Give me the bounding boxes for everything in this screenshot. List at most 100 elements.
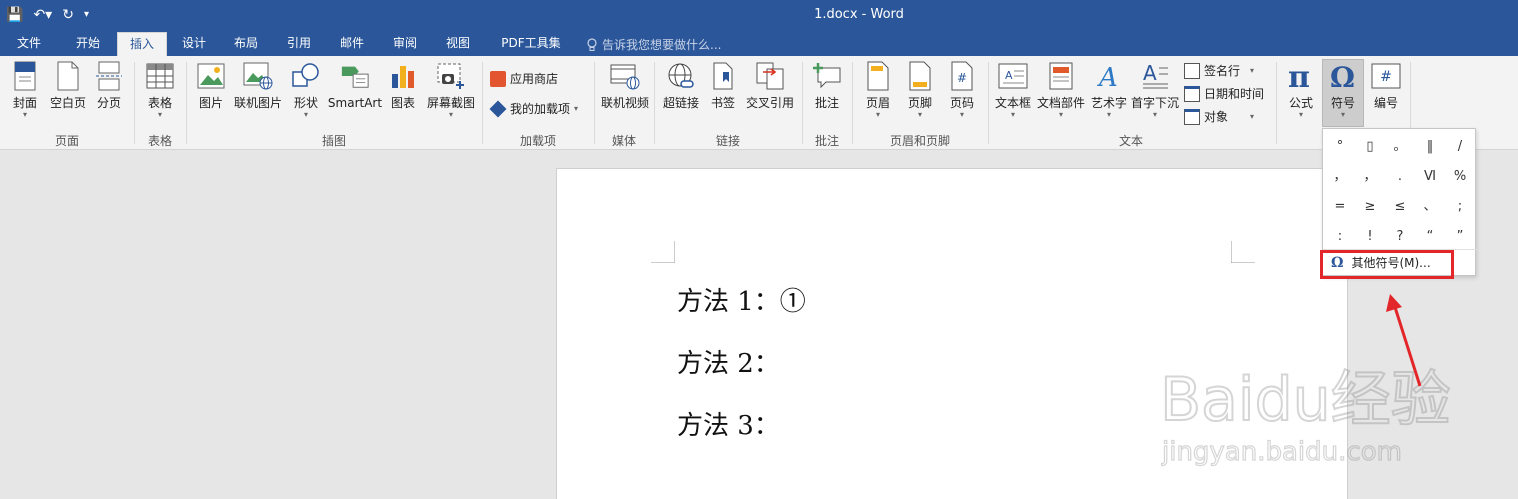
symbol-cell[interactable]: ‖	[1415, 132, 1445, 162]
bookmark-icon	[713, 62, 733, 90]
tab-view[interactable]: 视图	[438, 32, 478, 56]
svg-text:#: #	[1380, 69, 1392, 85]
document-line[interactable]: 方法 1：①	[677, 281, 806, 318]
symbol-cell[interactable]: ≥	[1355, 192, 1385, 222]
document-line[interactable]: 方法 3：	[677, 405, 780, 442]
cover-page-icon	[14, 61, 36, 91]
comment-icon	[813, 63, 841, 89]
online-picture-icon	[243, 62, 273, 90]
ribbon-tabs: 文件 开始 插入 设计 布局 引用 邮件 审阅 视图 PDF工具集 告诉我您想要…	[0, 30, 1518, 56]
group-divider	[1276, 62, 1277, 144]
symbol-grid: ° ▯。 ‖ / ，，. Ⅵ% = ≥ ≤、;:!? “”	[1325, 132, 1475, 252]
chevron-down-icon: ▾	[1152, 110, 1157, 119]
numbering-button[interactable]: # 编号	[1368, 60, 1404, 110]
symbol-cell[interactable]: ”	[1445, 222, 1475, 252]
title-bar: 💾 ↶▾ ↻ ▾ 1.docx - Word	[0, 0, 1518, 30]
wordart-icon: A	[1097, 63, 1118, 90]
omega-icon: Ω	[1330, 61, 1355, 91]
group-label-comments: 批注	[814, 134, 839, 148]
new-comment-button[interactable]: 批注	[810, 60, 844, 110]
symbol-cell[interactable]: °	[1325, 132, 1355, 162]
picture-button[interactable]: 图片	[196, 60, 226, 110]
text-box-button[interactable]: A 文本框 ▾	[994, 60, 1032, 120]
blank-page-icon	[57, 61, 79, 91]
tab-mailings[interactable]: 邮件	[332, 32, 372, 56]
group-label-header-footer: 页眉和页脚	[889, 134, 950, 148]
tab-home[interactable]: 开始	[66, 32, 110, 56]
store-button[interactable]: 应用商店	[490, 70, 558, 87]
symbol-cell[interactable]: Ⅵ	[1415, 162, 1445, 192]
quick-parts-icon	[1049, 62, 1073, 90]
tab-references[interactable]: 引用	[279, 32, 319, 56]
calendar-icon	[1184, 85, 1200, 102]
lightbulb-icon	[587, 37, 597, 51]
chart-button[interactable]: 图表	[388, 60, 418, 110]
chevron-down-icon: ▾	[959, 110, 964, 119]
margin-corner-mark	[1231, 241, 1255, 263]
hyperlink-button[interactable]: 超链接	[662, 60, 700, 110]
online-video-button[interactable]: 联机视频	[600, 60, 650, 110]
tab-layout[interactable]: 布局	[226, 32, 266, 56]
symbol-cell[interactable]: %	[1445, 162, 1475, 192]
header-button[interactable]: 页眉 ▾	[862, 60, 894, 120]
tab-design[interactable]: 设计	[174, 32, 214, 56]
svg-text:π: π	[1288, 61, 1310, 91]
symbol-button[interactable]: Ω 符号 ▾	[1322, 59, 1364, 127]
symbol-cell[interactable]: 。	[1385, 132, 1415, 162]
screenshot-button[interactable]: 屏幕截图 ▾	[424, 60, 478, 120]
page-break-icon	[96, 61, 122, 91]
my-addins-button[interactable]: 我的加载项 ▾	[489, 100, 578, 117]
svg-text:A: A	[1005, 69, 1013, 82]
symbol-cell[interactable]: “	[1415, 222, 1445, 252]
page-break-button[interactable]: 分页	[94, 60, 124, 110]
object-icon	[1184, 108, 1200, 125]
symbol-cell[interactable]: =	[1325, 192, 1355, 222]
annotation-arrow	[1386, 294, 1422, 387]
symbol-cell[interactable]: ?	[1385, 222, 1415, 252]
footer-icon	[909, 61, 931, 91]
symbol-cell[interactable]: ▯	[1355, 132, 1385, 162]
tab-review[interactable]: 审阅	[385, 32, 425, 56]
shapes-button[interactable]: 形状 ▾	[290, 60, 322, 120]
drop-cap-button[interactable]: A 首字下沉 ▾	[1130, 60, 1180, 120]
symbol-cell[interactable]: ;	[1445, 192, 1475, 222]
symbol-cell[interactable]: !	[1355, 222, 1385, 252]
object-button[interactable]: 对象 ▾	[1184, 108, 1254, 125]
document-line[interactable]: 方法 2：	[677, 343, 780, 380]
tab-pdf-tools[interactable]: PDF工具集	[492, 32, 570, 56]
blank-page-button[interactable]: 空白页	[48, 60, 88, 110]
wordart-button[interactable]: A 艺术字 ▾	[1090, 60, 1128, 120]
tab-file[interactable]: 文件	[8, 32, 50, 56]
quick-parts-button[interactable]: 文档部件 ▾	[1036, 60, 1086, 120]
chevron-down-icon: ▾	[157, 110, 162, 119]
tab-insert[interactable]: 插入	[117, 32, 167, 56]
page-number-button[interactable]: # 页码 ▾	[946, 60, 978, 120]
table-button[interactable]: 表格 ▾	[144, 60, 176, 120]
symbol-cell[interactable]: 、	[1415, 192, 1445, 222]
addins-icon	[489, 100, 507, 117]
symbol-cell[interactable]: ，	[1325, 162, 1355, 192]
tell-me-box[interactable]: 告诉我您想要做什么...	[586, 36, 721, 53]
group-label-pages: 页面	[54, 134, 79, 148]
symbol-cell[interactable]: .	[1385, 162, 1415, 192]
chevron-down-icon: ▾	[1298, 110, 1303, 119]
cover-page-button[interactable]: 封面 ▾	[8, 60, 42, 120]
tell-me-text: 告诉我您想要做什么...	[602, 38, 722, 52]
group-label-illustrations: 插图	[321, 134, 346, 148]
date-time-button[interactable]: 日期和时间	[1184, 85, 1264, 102]
svg-text:A: A	[1143, 62, 1157, 85]
signature-line-button[interactable]: 签名行 ▾	[1184, 62, 1254, 79]
symbol-cell[interactable]: :	[1325, 222, 1355, 252]
numbering-icon: #	[1371, 63, 1401, 89]
symbol-cell[interactable]: ，	[1355, 162, 1385, 192]
footer-button[interactable]: 页脚 ▾	[904, 60, 936, 120]
online-picture-button[interactable]: 联机图片	[232, 60, 284, 110]
table-icon	[146, 63, 174, 89]
cross-reference-button[interactable]: 交叉引用	[744, 60, 796, 110]
equation-button[interactable]: π 公式 ▾	[1282, 60, 1320, 120]
symbol-cell[interactable]: /	[1445, 132, 1475, 162]
hyperlink-icon	[668, 63, 694, 88]
bookmark-button[interactable]: 书签	[708, 60, 738, 110]
symbol-cell[interactable]: ≤	[1385, 192, 1415, 222]
smartart-button[interactable]: SmartArt	[328, 60, 382, 110]
